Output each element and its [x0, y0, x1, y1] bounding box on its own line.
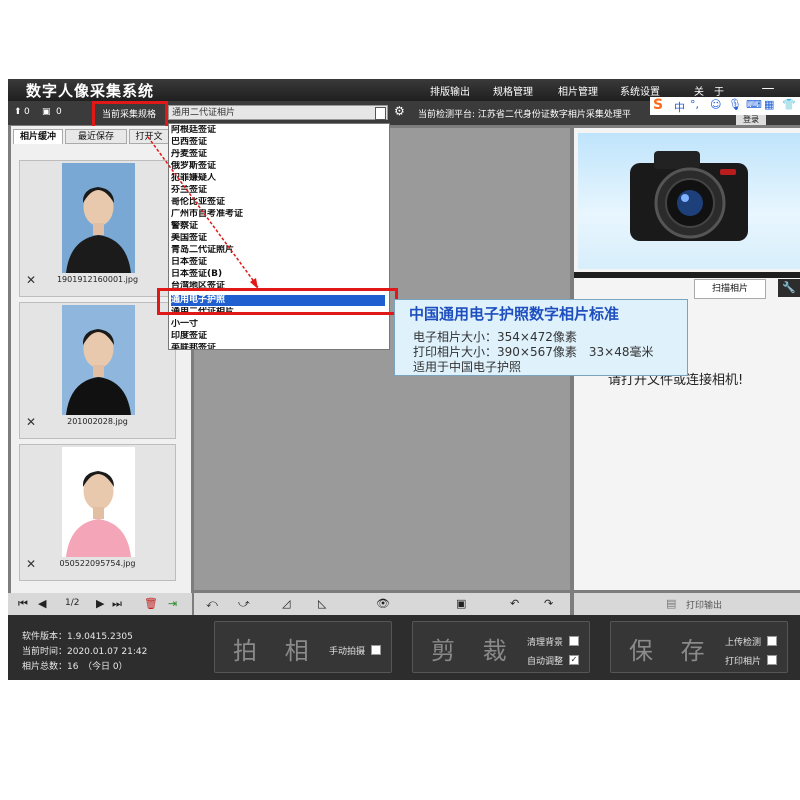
annotation-arrow [147, 136, 259, 289]
software-version: 软件版本：1.9.0415.2305 [22, 632, 133, 642]
microphone-icon[interactable]: 🎙 [728, 98, 742, 111]
auto-adjust-checkbox[interactable]: ✓ [569, 655, 579, 665]
page-indicator: 1/2 [65, 598, 80, 608]
import-icon[interactable]: ⇥ [168, 597, 177, 610]
print-bar: ▤ 打印输出 [574, 593, 800, 615]
tilt-right-icon[interactable]: ◺ [318, 597, 326, 610]
bottom-panel: 软件版本：1.9.0415.2305 当前时间：2020.01.07 21:42… [8, 615, 800, 680]
edit-toolbar: ⤺ ⤻ ◿ ◺ 👁 ▣ ↶ ↷ [194, 593, 570, 615]
next-page-icon[interactable]: ▶ [96, 597, 104, 610]
last-page-icon[interactable]: ⏭ [112, 597, 122, 611]
current-time: 当前时间：2020.01.07 21:42 [22, 647, 148, 657]
keyboard-icon[interactable]: ⌨ [746, 98, 762, 111]
manual-shoot-label: 手动拍摄 [329, 647, 366, 657]
tilt-left-icon[interactable]: ◿ [282, 597, 290, 610]
toolbox-icon[interactable]: ▦ [764, 98, 774, 111]
first-page-icon[interactable]: ⏮ [18, 597, 28, 611]
shoot-button[interactable]: 拍 相 手动拍摄 [214, 621, 392, 673]
rotate-left-icon[interactable]: ⤺ [206, 597, 218, 611]
crop-button[interactable]: 剪 裁 清理背景 自动调整 ✓ [412, 621, 590, 673]
ime-brand-icon[interactable]: S [653, 97, 663, 113]
tooltip-title: 中国通用电子护照数字相片标准 [409, 305, 620, 323]
print-photo-checkbox[interactable] [767, 655, 777, 665]
save-button[interactable]: 保 存 上传检测 打印相片 [610, 621, 788, 673]
print-photo-label: 打印相片 [725, 657, 762, 667]
upload-check-checkbox[interactable] [767, 636, 777, 646]
clean-background-checkbox[interactable] [569, 636, 579, 646]
rotate-right-icon[interactable]: ⤻ [238, 597, 250, 611]
upload-check-label: 上传检测 [725, 638, 762, 648]
face-frame-icon[interactable]: ▣ [456, 597, 466, 610]
app-window: 数字人像采集系统 排版输出 规格管理 相片管理 系统设置 关 于 — ⬆ 0 ▣… [8, 79, 800, 680]
crop-label: 剪 裁 [431, 637, 517, 665]
shoot-label: 拍 相 [233, 637, 319, 665]
clean-background-label: 清理背景 [527, 638, 564, 648]
emoji-icon[interactable]: ☺ [710, 98, 721, 111]
eye-icon[interactable]: 👁 [376, 597, 390, 610]
undo-icon[interactable]: ↶ [510, 597, 519, 610]
pager-bar: ⏮ ◀ 1/2 ▶ ⏭ 🗑 ⇥ [8, 593, 192, 615]
trash-icon[interactable]: 🗑 [144, 597, 158, 610]
redo-icon[interactable]: ↷ [544, 597, 553, 610]
ime-punctuation-icon[interactable]: °, [690, 98, 699, 111]
auto-adjust-label: 自动调整 [527, 657, 564, 667]
ime-mode[interactable]: 中 [674, 99, 685, 115]
print-output-button[interactable]: 打印输出 [686, 598, 722, 611]
skin-icon[interactable]: 👕 [782, 98, 796, 111]
spec-tooltip: 中国通用电子护照数字相片标准 电子相片大小：354×472像素 打印相片大小：3… [394, 299, 688, 376]
photo-total: 相片总数：16 （今日 0） [22, 662, 128, 672]
prev-page-icon[interactable]: ◀ [38, 597, 46, 610]
manual-shoot-checkbox[interactable] [371, 645, 381, 655]
save-label: 保 存 [629, 637, 715, 665]
ime-toolbar: S 中 °, ☺ 🎙 ⌨ ▦ 👕 [650, 97, 800, 115]
tooltip-usage: 适用于中国电子护照 [413, 360, 522, 374]
printer-icon[interactable]: ▤ [666, 597, 676, 610]
